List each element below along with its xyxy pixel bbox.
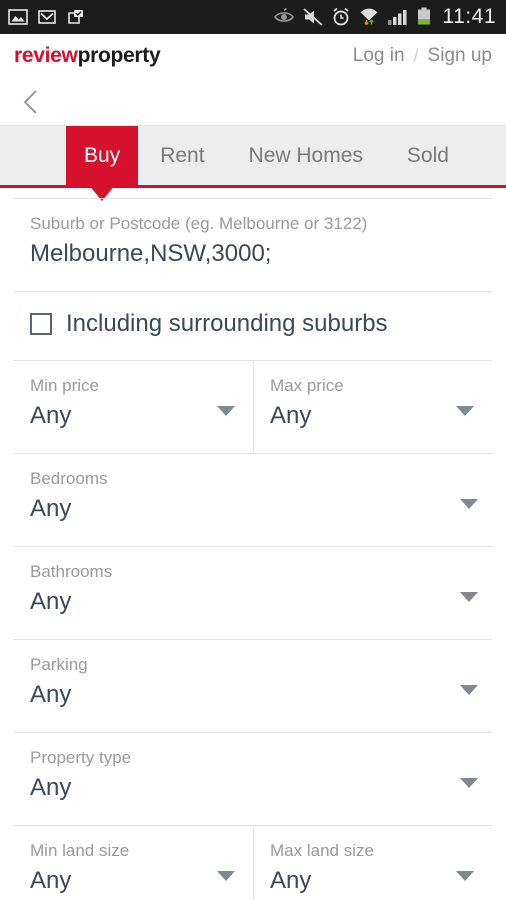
- property-type-value: Any: [30, 774, 72, 801]
- signup-link[interactable]: Sign up: [428, 45, 492, 67]
- smart-stay-eye-icon: [273, 8, 295, 26]
- battery-icon: [417, 7, 431, 27]
- chevron-down-icon[interactable]: [460, 499, 478, 509]
- tab-rent[interactable]: Rent: [138, 126, 226, 185]
- min-price-value: Any: [30, 402, 72, 429]
- suburb-label: Suburb or Postcode (eg. Melbourne or 312…: [30, 214, 368, 233]
- min-land-size-label: Min land size: [30, 841, 130, 860]
- bathrooms-field[interactable]: Bathrooms Any: [14, 546, 492, 639]
- status-bar-system-icons: 11:41: [273, 5, 497, 29]
- bathrooms-label: Bathrooms: [30, 562, 113, 581]
- min-price-field[interactable]: Min price Any: [14, 361, 253, 453]
- logo-review: review: [14, 44, 78, 67]
- tab-buy[interactable]: Buy: [66, 126, 139, 185]
- mute-icon: [302, 8, 323, 26]
- min-land-size-value: Any: [30, 867, 72, 894]
- search-mode-tabs: Buy Rent New Homes Sold: [0, 126, 506, 188]
- surrounding-suburbs-row[interactable]: Including surrounding suburbs: [14, 291, 492, 360]
- property-type-label: Property type: [30, 748, 132, 767]
- chevron-down-icon[interactable]: [217, 406, 235, 416]
- chevron-down-icon[interactable]: [217, 871, 235, 881]
- tab-rent-label: Rent: [160, 143, 205, 167]
- back-bar: [0, 78, 506, 126]
- land-size-range-row: Min land size Any Max land size Any: [14, 825, 492, 900]
- tab-sold[interactable]: Sold: [385, 126, 471, 185]
- android-status-bar: 11:41: [0, 0, 506, 34]
- price-range-row: Min price Any Max price Any: [14, 360, 492, 453]
- bedrooms-field[interactable]: Bedrooms Any: [14, 453, 492, 546]
- property-type-field[interactable]: Property type Any: [14, 732, 492, 825]
- surrounding-suburbs-checkbox[interactable]: [30, 313, 52, 335]
- parking-field[interactable]: Parking Any: [14, 639, 492, 732]
- suburb-input[interactable]: Melbourne,NSW,3000;: [30, 237, 492, 271]
- min-land-size-field[interactable]: Min land size Any: [14, 826, 253, 900]
- chevron-down-icon[interactable]: [456, 406, 474, 416]
- chevron-down-icon[interactable]: [460, 592, 478, 602]
- bathrooms-value: Any: [30, 588, 72, 615]
- tab-new-homes-label: New Homes: [248, 143, 363, 167]
- tab-new-homes[interactable]: New Homes: [227, 126, 385, 185]
- logo-property: property: [77, 44, 161, 67]
- max-land-size-value: Any: [270, 867, 312, 894]
- tab-sold-label: Sold: [406, 143, 449, 167]
- chevron-down-icon[interactable]: [460, 778, 478, 788]
- max-land-size-label: Max land size: [270, 841, 374, 860]
- auth-links: Log in / Sign up: [353, 45, 492, 67]
- parking-label: Parking: [30, 655, 88, 674]
- tab-buy-label: Buy: [84, 143, 121, 167]
- back-chevron-icon[interactable]: [18, 87, 44, 117]
- suburb-field-row[interactable]: Suburb or Postcode (eg. Melbourne or 312…: [14, 198, 492, 291]
- search-filter-form: Suburb or Postcode (eg. Melbourne or 312…: [0, 188, 506, 900]
- max-land-size-field[interactable]: Max land size Any: [253, 826, 492, 900]
- app-root: 11:41 reviewproperty Log in / Sign up Bu…: [0, 0, 506, 900]
- chevron-down-icon[interactable]: [456, 871, 474, 881]
- signal-bars-icon: [387, 8, 409, 26]
- app-logo[interactable]: reviewproperty: [14, 44, 161, 68]
- login-link[interactable]: Log in: [353, 45, 405, 67]
- parking-value: Any: [30, 681, 72, 708]
- surrounding-suburbs-label: Including surrounding suburbs: [66, 310, 388, 337]
- status-bar-notifications: [8, 7, 86, 27]
- status-bar-clock: 11:41: [442, 5, 496, 28]
- bedrooms-value: Any: [30, 495, 72, 522]
- photo-icon: [8, 7, 28, 27]
- max-price-label: Max price: [270, 376, 344, 395]
- max-price-value: Any: [270, 402, 312, 429]
- min-price-label: Min price: [30, 376, 99, 395]
- gmail-icon: [37, 7, 57, 27]
- alarm-clock-icon: [331, 7, 351, 27]
- bedrooms-label: Bedrooms: [30, 469, 108, 488]
- auth-separator: /: [413, 45, 419, 66]
- wifi-icon: [359, 7, 379, 27]
- chevron-down-icon[interactable]: [460, 685, 478, 695]
- max-price-field[interactable]: Max price Any: [253, 361, 492, 453]
- app-header: reviewproperty Log in / Sign up: [0, 34, 506, 78]
- clipboard-check-icon: [66, 7, 86, 27]
